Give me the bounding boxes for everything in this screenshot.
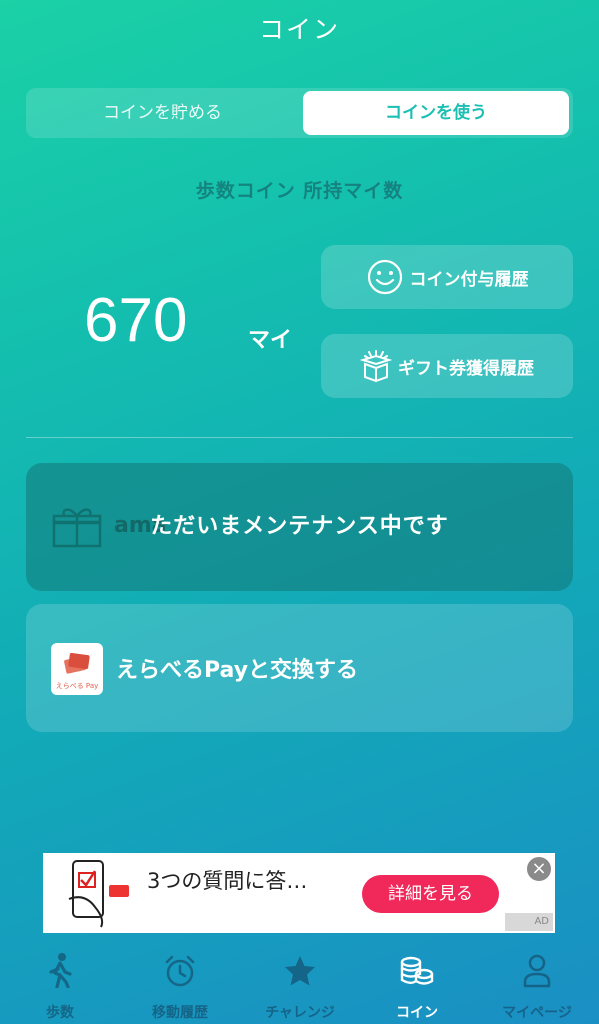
bottom-tab-bar: 歩数 移動履歴 チャレンジ コイン マイページ (0, 948, 599, 1024)
tab-my-page-label: マイページ (502, 1005, 572, 1021)
phone-checklist-icon (65, 859, 135, 933)
tab-coins-label: コイン (396, 1005, 438, 1021)
erabel-pay-label: えらべるPayと交換する (116, 658, 359, 683)
tab-challenge[interactable]: チャレンジ (240, 948, 360, 1024)
tab-steps[interactable]: 歩数 (0, 948, 120, 1024)
coin-history-button[interactable]: コイン付与履歴 (321, 245, 573, 309)
balance-unit: マイ (248, 328, 293, 353)
segmented-control: コインを貯める コインを使う (26, 88, 573, 138)
ad-details-button[interactable]: 詳細を見る (362, 875, 499, 913)
amazon-exchange-card: ama ただいまメンテナンス中です (26, 463, 573, 591)
ad-badge: AD (505, 913, 553, 931)
walking-icon (0, 948, 120, 988)
erabel-pay-logo-text: えらべる Pay (55, 682, 99, 690)
tab-steps-label: 歩数 (46, 1005, 74, 1021)
page-title: コイン (258, 15, 340, 44)
tab-coins[interactable]: コイン (357, 948, 477, 1024)
tab-challenge-label: チャレンジ (265, 1005, 335, 1021)
coins-icon (357, 948, 477, 988)
ad-banner[interactable]: 3つの質問に答… 詳細を見る × AD (43, 853, 555, 933)
maintenance-message: ただいまメンテナンス中です (150, 514, 449, 539)
gift-box-icon (360, 349, 392, 383)
coin-history-label: コイン付与履歴 (409, 269, 529, 290)
star-icon (240, 948, 360, 988)
tab-use-coins[interactable]: コインを使う (303, 91, 569, 135)
alarm-clock-icon (120, 948, 240, 988)
ad-text: 3つの質問に答… (147, 869, 308, 893)
tab-movement-history[interactable]: 移動履歴 (120, 948, 240, 1024)
gift-history-label: ギフト券獲得履歴 (398, 358, 534, 379)
divider (26, 437, 573, 438)
erabel-pay-card[interactable]: えらべる Pay えらべるPayと交換する (26, 604, 573, 732)
ad-close-button[interactable]: × (525, 855, 553, 883)
erabel-pay-logo: えらべる Pay (51, 643, 103, 695)
smiley-icon (366, 258, 404, 296)
tab-movement-history-label: 移動履歴 (152, 1005, 208, 1021)
gift-history-button[interactable]: ギフト券獲得履歴 (321, 334, 573, 398)
person-icon (477, 948, 597, 988)
balance-value: 670 (84, 286, 188, 355)
tab-my-page[interactable]: マイページ (477, 948, 597, 1024)
tab-earn-coins[interactable]: コインを貯める (26, 88, 299, 138)
balance-label: 歩数コイン 所持マイ数 (195, 180, 404, 202)
